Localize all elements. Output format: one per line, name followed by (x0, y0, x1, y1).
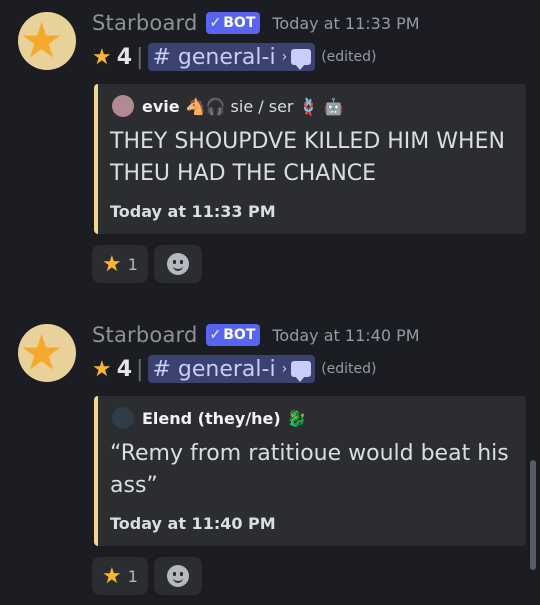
speech-bubble-icon (291, 49, 312, 70)
edited-label: (edited) (321, 49, 377, 65)
author-name: Elend (they/he) (142, 408, 281, 428)
channel-mention[interactable]: # general-i › (148, 43, 316, 71)
star-reaction[interactable]: ★ 1 (92, 557, 148, 595)
star-reaction[interactable]: ★ 1 (92, 245, 148, 283)
bot-tag-label: BOT (223, 327, 256, 343)
author-avatar (112, 95, 134, 117)
star-avatar-icon: ★ (20, 13, 64, 69)
reaction-count: 1 (127, 254, 138, 274)
embed-description: THEY SHOUPDVE KILLED HIM WHEN THEU HAD T… (110, 129, 505, 186)
star-emoji-icon: ★ (92, 44, 112, 70)
author-decoration: 🐉 (286, 408, 307, 428)
author-decoration: 🐴🎧 sie / ser 🪢 🤖 (185, 96, 344, 116)
bot-avatar[interactable]: ★ (18, 324, 76, 382)
star-count: 4 (116, 44, 133, 70)
timestamp[interactable]: Today at 11:33 PM (272, 14, 419, 33)
bot-tag-label: BOT (223, 15, 256, 31)
message-header: Starboard ✓ BOT Today at 11:33 PM (92, 8, 420, 38)
add-reaction-button[interactable] (153, 245, 202, 283)
check-icon: ✓ (209, 15, 222, 31)
star-line: ★ 4 | # general-i › (edited) (92, 354, 377, 384)
channel-mention[interactable]: # general-i › (148, 355, 316, 383)
star-line: ★ 4 | # general-i › (edited) (92, 42, 377, 72)
author-avatar (112, 407, 134, 429)
speech-bubble-icon (291, 361, 312, 382)
channel-name: # general-i (152, 44, 276, 70)
check-icon: ✓ (209, 327, 222, 343)
embed-description: “Remy from ratitioue would beat his ass” (110, 441, 509, 498)
embed-footer: Today at 11:33 PM (110, 202, 276, 221)
embed: evie 🐴🎧 sie / ser 🪢 🤖 THEY SHOUPDVE KILL… (94, 84, 526, 234)
star-emoji-icon: ★ (102, 563, 122, 589)
timestamp[interactable]: Today at 11:40 PM (272, 326, 419, 345)
star-emoji-icon: ★ (102, 251, 122, 277)
embed: Elend (they/he) 🐉 “Remy from ratitioue w… (94, 396, 526, 546)
star-avatar-icon: ★ (20, 325, 64, 381)
reaction-bar: ★ 1 (92, 245, 202, 283)
scrollbar[interactable] (530, 460, 536, 570)
star-emoji-icon: ★ (92, 356, 112, 382)
reaction-count: 1 (127, 566, 138, 586)
channel-name: # general-i (152, 356, 276, 382)
bot-tag: ✓ BOT (205, 324, 261, 346)
star-count: 4 (116, 356, 133, 382)
bot-tag: ✓ BOT (205, 12, 261, 34)
chevron-right-icon: › (281, 361, 288, 377)
chevron-right-icon: › (281, 49, 288, 65)
divider: | (136, 44, 144, 70)
username[interactable]: Starboard (92, 323, 198, 347)
add-reaction-icon (166, 253, 189, 275)
author-name: evie (142, 96, 180, 116)
message-header: Starboard ✓ BOT Today at 11:40 PM (92, 320, 420, 350)
add-reaction-icon (166, 565, 189, 587)
reaction-bar: ★ 1 (92, 557, 202, 595)
add-reaction-button[interactable] (153, 557, 202, 595)
edited-label: (edited) (321, 361, 377, 377)
username[interactable]: Starboard (92, 11, 198, 35)
embed-author[interactable]: Elend (they/he) 🐉 (112, 406, 307, 430)
embed-footer: Today at 11:40 PM (110, 514, 276, 533)
divider: | (136, 356, 144, 382)
bot-avatar[interactable]: ★ (18, 12, 76, 70)
embed-author[interactable]: evie 🐴🎧 sie / ser 🪢 🤖 (112, 94, 344, 118)
